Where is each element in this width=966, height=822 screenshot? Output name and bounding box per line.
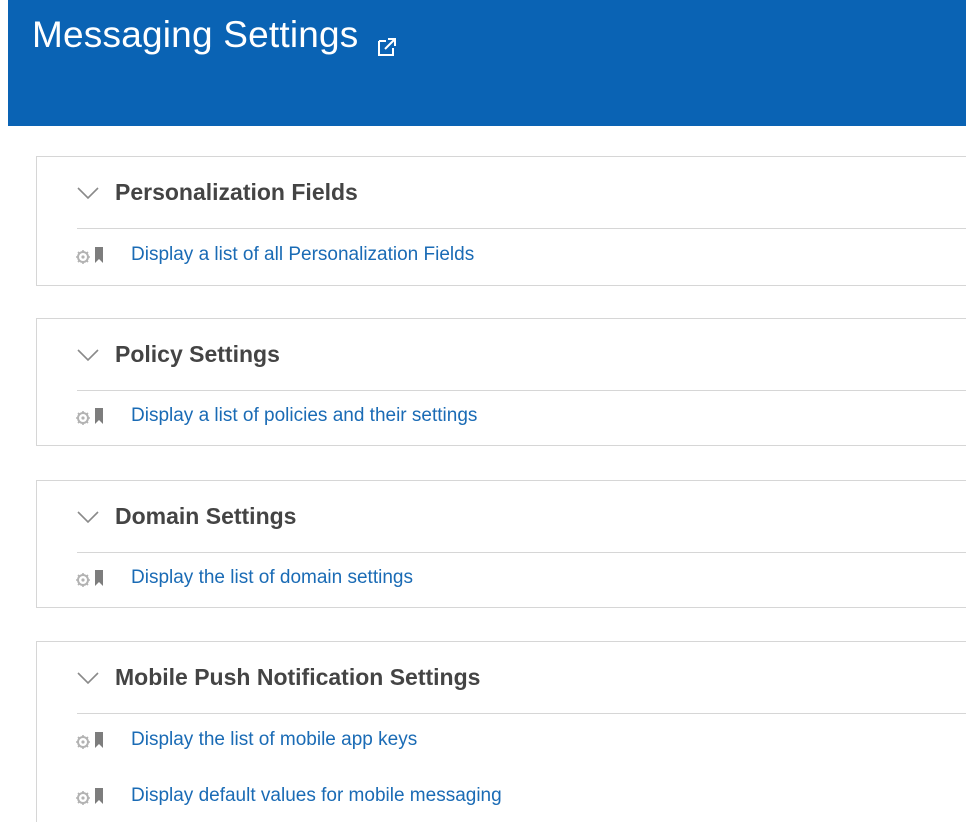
section-mobile-push-notification-settings: Mobile Push Notification Settings Displa… [36,641,966,822]
row-icons [73,406,131,426]
section-title: Domain Settings [115,503,297,529]
link-mobile-app-keys[interactable]: Display the list of mobile app keys [131,729,417,751]
link-mobile-messaging-defaults[interactable]: Display default values for mobile messag… [131,785,502,807]
chevron-down-icon[interactable] [77,671,99,685]
row-icons [73,245,131,265]
section-title: Mobile Push Notification Settings [115,664,481,690]
section-title: Personalization Fields [115,179,358,205]
section-header-domain-settings[interactable]: Domain Settings [77,481,966,553]
row-icons [73,730,131,750]
link-policies-list[interactable]: Display a list of policies and their set… [131,405,477,427]
section-policy-settings: Policy Settings Display a list of polici… [36,318,966,446]
bookmark-icon [93,786,105,806]
page-header: Messaging Settings [8,0,966,126]
bookmark-icon [93,406,105,426]
bookmark-icon [93,568,105,588]
page-title: Messaging Settings [32,14,359,55]
section-domain-settings: Domain Settings Display the list of doma… [36,480,966,608]
section-header-mobile-push[interactable]: Mobile Push Notification Settings [77,642,966,714]
list-item: Display the list of domain settings [76,563,966,593]
bookmark-icon [93,730,105,750]
list-item: Display the list of mobile app keys [76,725,966,755]
chevron-down-icon[interactable] [77,348,99,362]
section-header-policy-settings[interactable]: Policy Settings [77,319,966,391]
list-item: Display a list of policies and their set… [76,401,966,431]
chevron-down-icon[interactable] [77,510,99,524]
chevron-down-icon[interactable] [77,186,99,200]
gear-icon [73,568,93,588]
gear-icon [73,786,93,806]
list-item: Display default values for mobile messag… [76,781,966,811]
gear-icon [73,406,93,426]
header-title-wrap: Messaging Settings [32,14,399,56]
section-personalization-fields: Personalization Fields Display a list of… [36,156,966,286]
link-personalization-fields-list[interactable]: Display a list of all Personalization Fi… [131,244,474,266]
list-item: Display a list of all Personalization Fi… [76,240,966,270]
row-icons [73,568,131,588]
link-domain-settings-list[interactable]: Display the list of domain settings [131,567,413,589]
gear-icon [73,730,93,750]
section-title: Policy Settings [115,341,280,367]
external-link-icon[interactable] [375,26,399,56]
section-header-personalization-fields[interactable]: Personalization Fields [77,157,966,229]
gear-icon [73,245,93,265]
row-icons [73,786,131,806]
bookmark-icon [93,245,105,265]
